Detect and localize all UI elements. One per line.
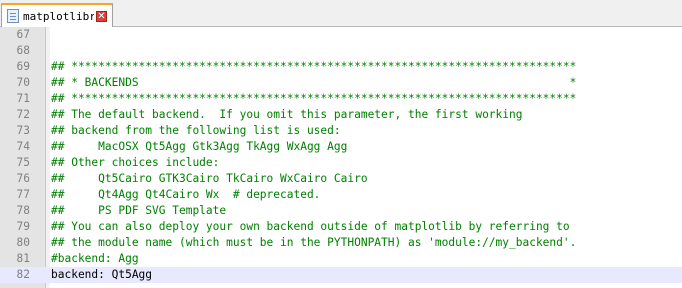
line-number: 68 (16, 44, 30, 57)
comment-text: #backend: Agg (51, 252, 139, 265)
code-line[interactable]: 68 (0, 43, 682, 59)
line-number: 72 (16, 108, 30, 121)
line-number: 79 (16, 220, 30, 233)
code-line[interactable]: 73 ## backend from the following list is … (0, 123, 682, 139)
line-number: 82 (16, 268, 30, 281)
code-text: backend: Qt5Agg (51, 268, 153, 281)
comment-text: ## *************************************… (51, 60, 577, 73)
comment-text: ## PS PDF SVG Template (51, 204, 227, 217)
code-line[interactable]: 67 (0, 27, 682, 43)
line-number: 77 (16, 188, 30, 201)
code-line[interactable]: 77 ## Qt4Agg Qt4Cairo Wx # deprecated. (0, 187, 682, 203)
code-line[interactable]: 70 ## * BACKENDS * (0, 75, 682, 91)
code-line[interactable]: 80 ## the module name (which must be in t… (0, 235, 682, 251)
code-line[interactable]: 69 ## ***********************************… (0, 59, 682, 75)
line-number: 80 (16, 236, 30, 249)
comment-text: ## the module name (which must be in the… (51, 236, 577, 249)
code-line[interactable]: 74 ## MacOSX Qt5Agg Gtk3Agg TkAgg WxAgg A… (0, 139, 682, 155)
comment-text: ## backend from the following list is us… (51, 124, 341, 137)
line-number: 76 (16, 172, 30, 185)
line-number: 78 (16, 204, 30, 217)
code-line[interactable]: 72 ## The default backend. If you omit th… (0, 107, 682, 123)
close-icon[interactable]: ✕ (96, 10, 107, 22)
comment-text: ## *************************************… (51, 92, 577, 105)
tab-bar: matplotlibrc ✕ (0, 0, 682, 27)
comment-text: ## * BACKENDS * (51, 76, 577, 89)
line-number: 81 (16, 252, 30, 265)
line-number: 67 (16, 28, 30, 41)
line-number: 69 (16, 60, 30, 73)
code-editor[interactable]: 67 68 69 ## *******************************… (0, 27, 682, 288)
line-number: 71 (16, 92, 30, 105)
line-number: 70 (16, 76, 30, 89)
code-line[interactable]: 71 ## ***********************************… (0, 91, 682, 107)
comment-text: ## You can also deploy your own backend … (51, 220, 570, 233)
code-lines: 67 68 69 ## *******************************… (0, 27, 682, 283)
line-number: 73 (16, 124, 30, 137)
code-line[interactable]: 81 #backend: Agg (0, 251, 682, 267)
code-line[interactable]: 76 ## Qt5Cairo GTK3Cairo TkCairo WxCairo … (0, 171, 682, 187)
comment-text: ## MacOSX Qt5Agg Gtk3Agg TkAgg WxAgg Agg (51, 140, 348, 153)
file-icon (7, 9, 19, 23)
code-line[interactable]: 75 ## Other choices include: (0, 155, 682, 171)
comment-text: ## The default backend. If you omit this… (51, 108, 523, 121)
tab-label: matplotlibrc (23, 9, 94, 23)
code-line[interactable]: 78 ## PS PDF SVG Template (0, 203, 682, 219)
line-number: 75 (16, 156, 30, 169)
code-line[interactable]: 82 backend: Qt5Agg (0, 267, 682, 283)
comment-text: ## Qt4Agg Qt4Cairo Wx # deprecated. (51, 188, 321, 201)
code-line[interactable]: 79 ## You can also deploy your own backen… (0, 219, 682, 235)
tab-matplotlibrc[interactable]: matplotlibrc ✕ (1, 3, 113, 27)
line-number: 74 (16, 140, 30, 153)
comment-text: ## Qt5Cairo GTK3Cairo TkCairo WxCairo Ca… (51, 172, 368, 185)
comment-text: ## Other choices include: (51, 156, 220, 169)
